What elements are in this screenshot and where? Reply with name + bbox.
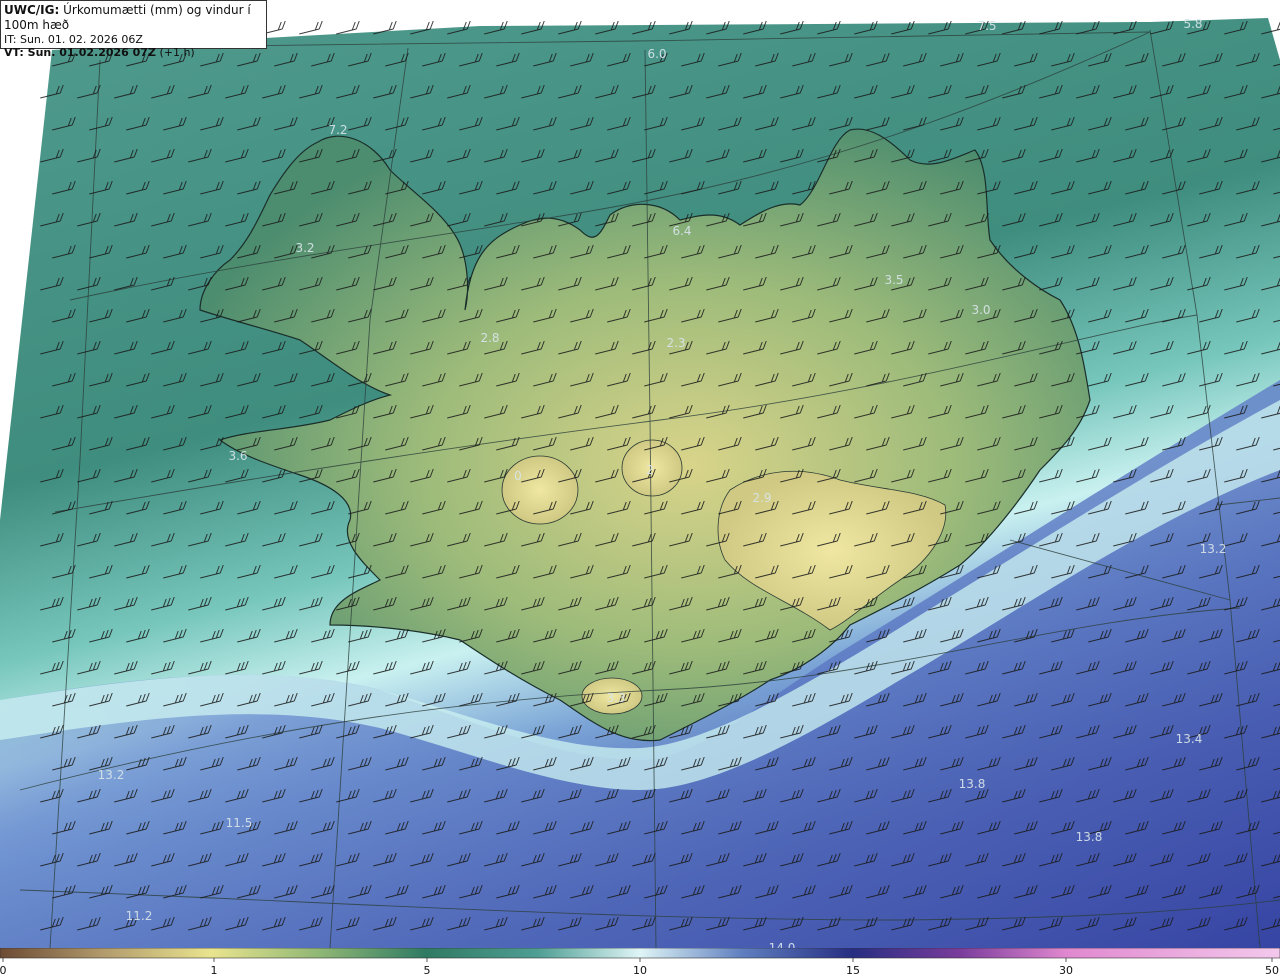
- map-value-label: 3.5: [884, 273, 903, 287]
- colorbar-tick-label: 10: [633, 964, 647, 977]
- colorbar-ticks: 0 1 5 10 15 30 50: [0, 958, 1279, 977]
- colorbar-tick-label: 1: [211, 964, 218, 977]
- map-value-label: 11.5: [226, 816, 253, 830]
- colorbar-svg: 0 1 5 10 15 30 50: [0, 948, 1280, 977]
- map-value-label: 6.4: [672, 224, 691, 238]
- weather-map: 7.5 5.8 6.0 7.2 6.4 3.2 3.5 3.0 2.8 2.3 3.6 0 2 2.9 13…: [0, 0, 1280, 948]
- map-value-label: 7.2: [328, 123, 347, 137]
- title-line: UWC/IG: Úrkomumætti (mm) og vindur í 100…: [4, 3, 263, 33]
- map-value-label: 13.4: [1176, 732, 1203, 746]
- forecast-lead: (+1 h): [159, 46, 195, 59]
- map-value-label: 3.6: [228, 449, 247, 463]
- colorbar-tick-label: 5: [424, 964, 431, 977]
- colorbar-tick-label: 15: [846, 964, 860, 977]
- map-value-label: 3.0: [971, 303, 990, 317]
- map-value-label: 13.8: [959, 777, 986, 791]
- map-value-label: 2: [646, 463, 654, 477]
- valid-time-main: VT: Sun. 01.02.2026 07Z: [4, 46, 156, 59]
- map-value-label: 3.3: [606, 691, 625, 705]
- init-time: IT: Sun. 01. 02. 2026 06Z: [4, 33, 143, 46]
- glacier-langjokull: [501, 455, 579, 525]
- colorbar-gradient: [0, 948, 1280, 959]
- model-name: UWC/IG:: [4, 3, 60, 17]
- colorbar-tick-label: 0: [0, 964, 7, 977]
- colorbar: 0 1 5 10 15 30 50: [0, 948, 1280, 978]
- map-value-label: 14.0: [769, 941, 796, 948]
- map-value-label: 7.5: [977, 19, 996, 33]
- valid-time: VT: Sun. 01.02.2026 07Z (+1 h): [4, 46, 263, 59]
- map-value-label: 6.0: [647, 47, 666, 61]
- map-value-label: 13.2: [98, 768, 125, 782]
- colorbar-tick-label: 50: [1265, 964, 1279, 977]
- info-box: UWC/IG: Úrkomumætti (mm) og vindur í 100…: [0, 0, 267, 59]
- map-value-label: 0: [514, 469, 522, 483]
- map-value-label: 3.2: [295, 241, 314, 255]
- map-value-label: 2.8: [480, 331, 499, 345]
- map-value-label: 2.9: [752, 491, 771, 505]
- map-value-label: 11.2: [126, 909, 153, 923]
- map-value-label: 5.8: [1183, 17, 1202, 31]
- map-value-label: 2.3: [666, 336, 685, 350]
- map-canvas: 7.5 5.8 6.0 7.2 6.4 3.2 3.5 3.0 2.8 2.3 3.6 0 2 2.9 13…: [0, 0, 1280, 948]
- map-value-label: 13.8: [1076, 830, 1103, 844]
- map-value-label: 13.2: [1200, 542, 1227, 556]
- colorbar-tick-label: 30: [1059, 964, 1073, 977]
